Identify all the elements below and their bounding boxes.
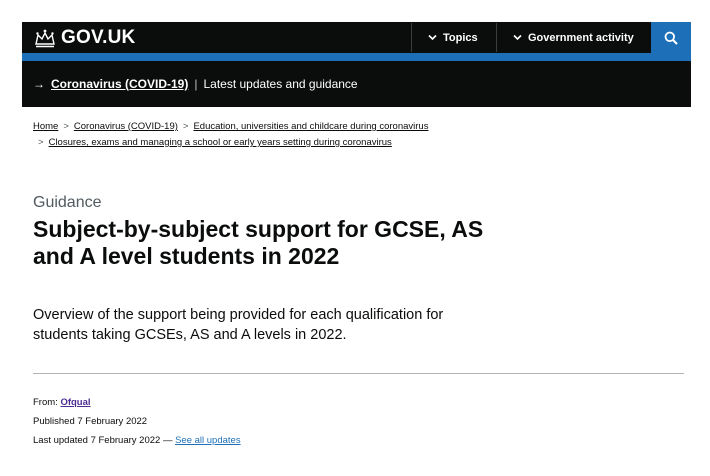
page-caption: Guidance — [33, 194, 102, 211]
breadcrumb: Home > Coronavirus (COVID-19) > Education, u… — [33, 119, 673, 151]
published-date: 7 February 2022 — [77, 416, 148, 427]
covid-banner: → Coronavirus (COVID-19) | Latest update… — [22, 61, 691, 107]
see-all-updates-link[interactable]: See all updates — [175, 435, 241, 446]
meta-from: From: Ofqual — [33, 393, 241, 412]
from-label: From: — [33, 397, 58, 408]
chevron-down-icon — [513, 34, 522, 41]
govuk-logo[interactable]: GOV.UK — [33, 27, 135, 49]
nav-divider — [496, 23, 497, 52]
covid-link[interactable]: Coronavirus (COVID-19) — [51, 77, 188, 91]
crown-icon — [35, 29, 55, 48]
breadcrumb-coronavirus[interactable]: Coronavirus (COVID-19) — [74, 121, 178, 132]
meta-published: Published 7 February 2022 — [33, 412, 241, 431]
published-label: Published — [33, 416, 75, 427]
banner-text: Latest updates and guidance — [203, 77, 358, 91]
breadcrumb-closures[interactable]: Closures, exams and managing a school or… — [49, 137, 392, 148]
topics-label: Topics — [443, 31, 478, 44]
ofqual-link[interactable]: Ofqual — [60, 397, 90, 408]
nav-divider — [411, 23, 412, 52]
banner-separator: | — [194, 77, 198, 91]
breadcrumb-home[interactable]: Home — [33, 121, 58, 132]
meta-updated: Last updated 7 February 2022 — See all u… — [33, 431, 241, 450]
topics-menu-button[interactable]: Topics — [428, 22, 478, 53]
government-activity-label: Government activity — [528, 31, 634, 44]
government-activity-menu-button[interactable]: Government activity — [513, 22, 634, 53]
search-icon — [664, 31, 678, 45]
header-blue-bar — [22, 53, 691, 61]
updated-dash: — — [162, 435, 173, 446]
breadcrumb-separator: > — [182, 121, 189, 132]
breadcrumb-separator: > — [63, 121, 69, 132]
arrow-right-icon: → — [33, 77, 45, 91]
updated-label: Last updated — [33, 435, 88, 446]
section-divider — [33, 373, 684, 374]
breadcrumb-separator: > — [38, 137, 44, 148]
page-lead: Overview of the support being provided f… — [33, 307, 444, 343]
breadcrumb-education[interactable]: Education, universities and childcare du… — [193, 121, 428, 132]
updated-date: 7 February 2022 — [90, 435, 161, 446]
chevron-down-icon — [428, 34, 437, 41]
metadata: From: Ofqual Published 7 February 2022 L… — [33, 393, 241, 450]
logo-text: GOV.UK — [61, 27, 136, 48]
search-button[interactable] — [651, 22, 691, 53]
site-header: GOV.UK Topics Government activity — [22, 22, 691, 53]
page-title: Subject-by-subject support for GCSE, AS … — [33, 216, 484, 269]
